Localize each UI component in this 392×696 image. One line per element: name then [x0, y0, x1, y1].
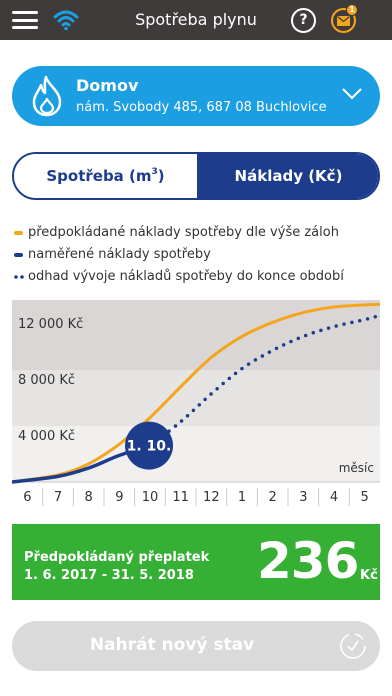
upload-reading-button[interactable]: Nahrát nový stav	[12, 621, 380, 671]
cost-chart: 4 000 Kč 8 000 Kč 12 000 Kč 6 7 8 9 10 11 12 1 2 3 4 5…	[12, 300, 380, 510]
top-bar: Spotřeba plynu ? 1	[0, 0, 392, 40]
y-tick-label: 4 000 Kč	[18, 429, 75, 444]
y-tick-label: 12 000 Kč	[18, 317, 83, 332]
summary-period: 1. 6. 2017 - 31. 5. 2018	[24, 568, 194, 583]
legend-item-estimate: odhad vývoje nákladů spotřeby do konce o…	[14, 269, 344, 284]
tab-costs[interactable]: Náklady (Kč)	[197, 154, 378, 198]
x-tick-label: 1	[238, 490, 246, 505]
y-tick-label: 8 000 Kč	[18, 373, 75, 388]
place-address: nám. Svobody 485, 687 08 Buchlovice	[76, 100, 327, 115]
upload-label: Nahrát nový stav	[89, 635, 255, 655]
x-tick-label: 5	[361, 490, 369, 505]
legend-item-measured: naměřené náklady spotřeby	[14, 247, 211, 262]
x-tick-label: 4	[330, 490, 338, 505]
x-tick-label: 9	[115, 490, 123, 505]
flame-icon	[32, 75, 62, 117]
blue-dots-marker	[14, 275, 24, 279]
overpayment-summary: Předpokládaný přeplatek 1. 6. 2017 - 31.…	[12, 524, 380, 600]
check-circle-icon	[340, 633, 366, 659]
band-top	[12, 300, 380, 370]
summary-label: Předpokládaný přeplatek	[24, 550, 210, 565]
x-tick-label: 12	[203, 490, 220, 505]
notification-badge: 1	[346, 4, 358, 16]
x-tick-label: 10	[142, 490, 159, 505]
x-tick-label: 6	[23, 490, 31, 505]
x-tick-label: 3	[299, 490, 307, 505]
current-date-label: 1. 10.	[127, 439, 172, 455]
mail-icon	[337, 16, 350, 26]
summary-unit: Kč	[360, 568, 378, 583]
blue-line-marker	[14, 253, 23, 257]
x-tick-label: 8	[85, 490, 93, 505]
legend-item-planned: předpokládané náklady spotřeby dle výše …	[14, 225, 339, 240]
chevron-down-icon	[342, 88, 362, 100]
view-toggle: Spotřeba (m3) Náklady (Kč)	[12, 152, 380, 200]
place-selector[interactable]: Domov nám. Svobody 485, 687 08 Buchlovic…	[12, 66, 380, 126]
place-name: Domov	[76, 76, 139, 95]
x-tick-label: 11	[172, 490, 189, 505]
x-tick-label: 7	[54, 490, 62, 505]
x-tick-label: 2	[269, 490, 277, 505]
summary-value: 236	[257, 532, 359, 590]
tab-consumption[interactable]: Spotřeba (m3)	[14, 154, 197, 198]
orange-line-marker	[14, 231, 23, 235]
help-button[interactable]: ?	[291, 8, 316, 33]
x-axis-label: měsíc	[339, 461, 374, 475]
